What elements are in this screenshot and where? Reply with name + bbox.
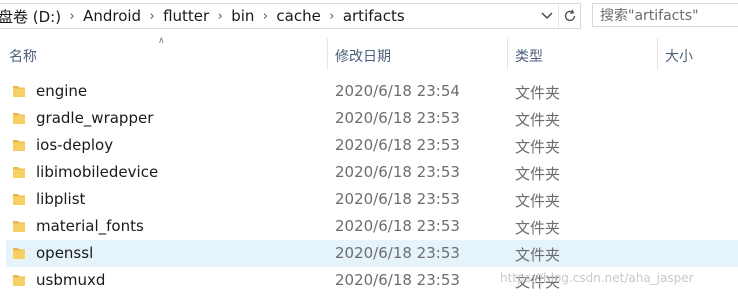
folder-icon: [13, 194, 25, 205]
file-type: 文件夹: [515, 165, 561, 183]
file-modified-date: 2020/6/18 23:53: [335, 163, 460, 181]
search-input[interactable]: 搜索"artifacts": [592, 3, 738, 27]
chevron-right-icon[interactable]: ›: [323, 9, 341, 24]
chevron-right-icon[interactable]: ›: [63, 9, 81, 24]
file-type: 文件夹: [515, 192, 561, 210]
refresh-button[interactable]: [558, 4, 581, 28]
file-type: 文件夹: [515, 84, 561, 102]
breadcrumb-android[interactable]: Android: [81, 7, 143, 25]
file-row[interactable]: material_fonts 2020/6/18 23:53 文件夹: [6, 213, 738, 240]
folder-icon: [13, 221, 25, 232]
column-header-name[interactable]: 名称: [9, 46, 37, 66]
address-bar[interactable]: 盘卷 (D:) › Android › flutter › bin › cach…: [0, 3, 581, 29]
refresh-icon: [564, 9, 576, 22]
file-name[interactable]: openssl: [36, 244, 93, 262]
file-name[interactable]: usbmuxd: [36, 271, 105, 289]
column-header-modified[interactable]: 修改日期: [335, 46, 391, 66]
folder-icon: [13, 248, 25, 259]
breadcrumb-artifacts[interactable]: artifacts: [341, 7, 407, 25]
folder-icon: [13, 167, 25, 178]
search-placeholder: 搜索"artifacts": [600, 8, 699, 24]
breadcrumb-drive[interactable]: 盘卷 (D:): [0, 6, 63, 27]
chevron-down-icon: [541, 12, 553, 19]
folder-icon: [13, 275, 25, 286]
column-divider[interactable]: [657, 38, 658, 70]
file-name[interactable]: libimobiledevice: [36, 163, 158, 181]
file-modified-date: 2020/6/18 23:54: [335, 82, 460, 100]
folder-icon: [13, 86, 25, 97]
file-modified-date: 2020/6/18 23:53: [335, 109, 460, 127]
column-header-type[interactable]: 类型: [515, 46, 543, 66]
file-row[interactable]: engine 2020/6/18 23:54 文件夹: [6, 78, 738, 105]
file-type: 文件夹: [515, 138, 561, 156]
chevron-right-icon[interactable]: ›: [143, 9, 161, 24]
file-name[interactable]: gradle_wrapper: [36, 109, 153, 127]
file-type: 文件夹: [515, 219, 561, 237]
address-history-dropdown[interactable]: [537, 6, 557, 26]
chevron-right-icon[interactable]: ›: [256, 9, 274, 24]
watermark-text: https://blog.csdn.net/aha_jasper: [500, 271, 694, 285]
folder-icon: [13, 113, 25, 124]
file-name[interactable]: engine: [36, 82, 87, 100]
sort-ascending-icon: ∧: [158, 36, 165, 46]
column-divider[interactable]: [507, 38, 508, 70]
breadcrumb-flutter[interactable]: flutter: [161, 7, 211, 25]
address-bar-row: 盘卷 (D:) › Android › flutter › bin › cach…: [0, 0, 738, 33]
file-row[interactable]: openssl 2020/6/18 23:53 文件夹: [6, 240, 738, 267]
file-modified-date: 2020/6/18 23:53: [335, 244, 460, 262]
breadcrumb-bin[interactable]: bin: [229, 7, 256, 25]
file-row[interactable]: libimobiledevice 2020/6/18 23:53 文件夹: [6, 159, 738, 186]
file-modified-date: 2020/6/18 23:53: [335, 190, 460, 208]
column-divider[interactable]: [327, 38, 328, 70]
file-name[interactable]: material_fonts: [36, 217, 144, 235]
file-modified-date: 2020/6/18 23:53: [335, 217, 460, 235]
column-header-row: ∧ 名称 修改日期 类型 大小: [0, 33, 738, 70]
file-row[interactable]: libplist 2020/6/18 23:53 文件夹: [6, 186, 738, 213]
file-name[interactable]: libplist: [36, 190, 85, 208]
file-modified-date: 2020/6/18 23:53: [335, 271, 460, 289]
folder-icon: [13, 140, 25, 151]
chevron-right-icon[interactable]: ›: [211, 9, 229, 24]
file-type: 文件夹: [515, 111, 561, 129]
file-name[interactable]: ios-deploy: [36, 136, 113, 154]
file-row[interactable]: gradle_wrapper 2020/6/18 23:53 文件夹: [6, 105, 738, 132]
column-header-size[interactable]: 大小: [665, 46, 693, 66]
file-type: 文件夹: [515, 246, 561, 264]
breadcrumb-cache[interactable]: cache: [274, 7, 322, 25]
file-row[interactable]: ios-deploy 2020/6/18 23:53 文件夹: [6, 132, 738, 159]
file-modified-date: 2020/6/18 23:53: [335, 136, 460, 154]
